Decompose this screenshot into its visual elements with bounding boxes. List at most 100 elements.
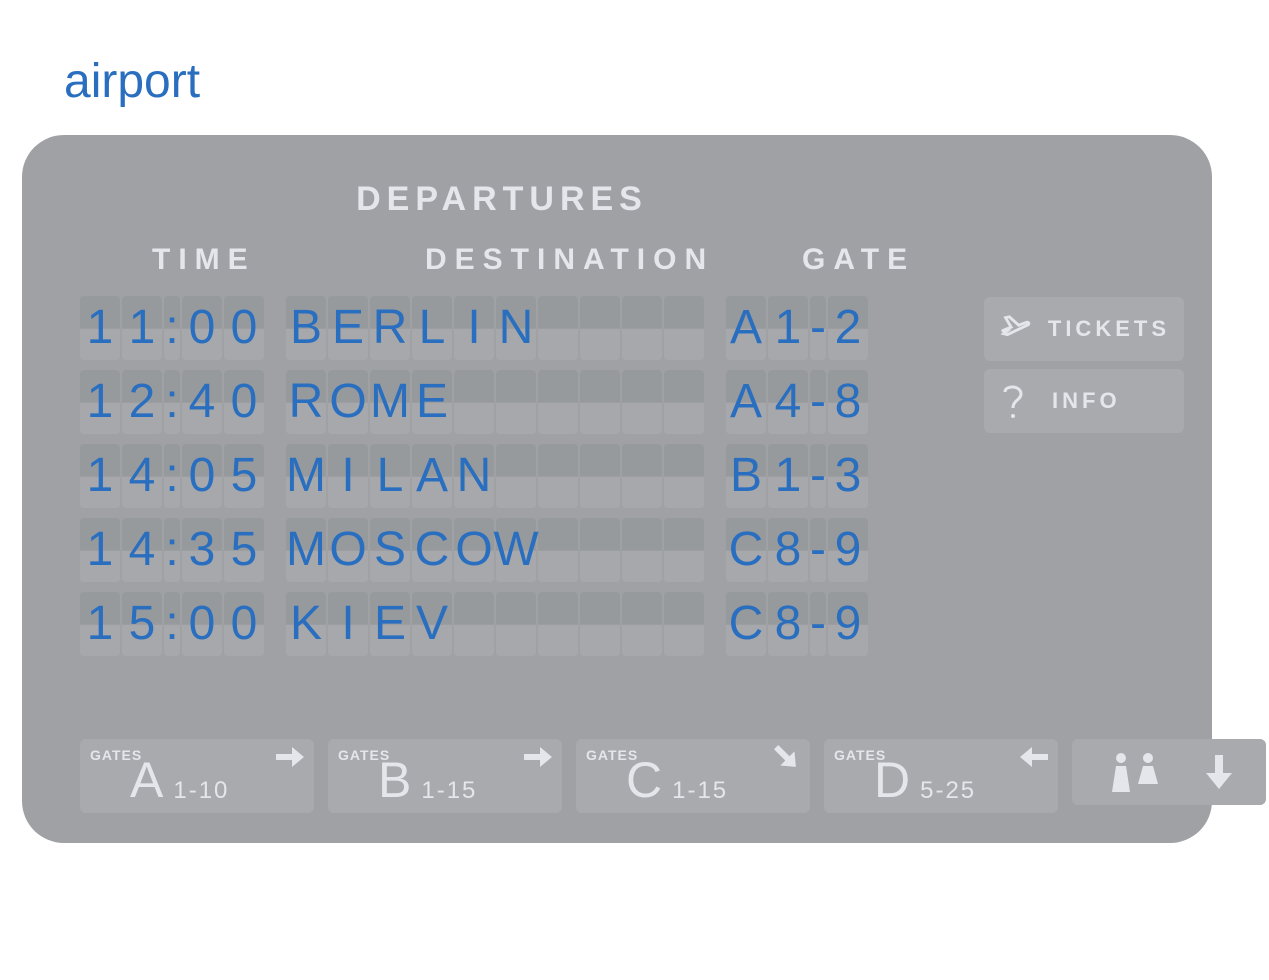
board-title: DEPARTURES [22,180,982,219]
flip-tile: : [164,444,180,508]
flip-tile: 4 [122,518,162,582]
restroom-sign[interactable] [1072,739,1266,805]
gates-prefix: GATES [834,747,886,763]
gates-prefix: GATES [90,747,142,763]
flip-tile: M [370,370,410,434]
flip-tile: S [370,518,410,582]
gate-range: 1-15 [421,777,477,805]
restroom-icon [1106,752,1166,792]
flip-tile: 4 [768,370,808,434]
departures-board: DEPARTURES TIME DESTINATION GATE 11:00BE… [22,135,1212,843]
flip-tile: 9 [828,518,868,582]
flip-tile [580,370,620,434]
flip-tile [538,444,578,508]
flip-tile: 1 [80,296,120,360]
arrow-icon [1020,747,1048,767]
flip-tile [496,592,536,656]
flip-tile [580,518,620,582]
flip-tile: O [328,370,368,434]
gates-prefix: GATES [586,747,638,763]
flip-tile: 1 [80,592,120,656]
arrow-down-icon [1206,755,1232,789]
flight-row: 11:00BERLINA1-2 [80,295,890,361]
tickets-label: TICKETS [1048,316,1170,342]
flight-rows: 11:00BERLINA1-212:40ROMEA4-814:05MILANB1… [80,295,890,665]
flip-tile: 5 [224,518,264,582]
header-time: TIME [152,243,256,277]
flip-tile: B [726,444,766,508]
flip-tile: C [726,518,766,582]
flip-tile: 0 [224,592,264,656]
flip-tile: E [370,592,410,656]
flip-tile: M [286,444,326,508]
gate-sign-d[interactable]: GATESD5-25 [824,739,1058,813]
flip-tile [580,296,620,360]
arrow-icon [276,747,304,767]
flight-row: 15:00KIEVC8-9 [80,591,890,657]
flip-tile [538,296,578,360]
flip-tile: A [412,444,452,508]
flip-tile: : [164,370,180,434]
flip-tile: - [810,518,826,582]
flip-tile [664,444,704,508]
flip-tile: O [328,518,368,582]
gate-sign-a[interactable]: GATESA1-10 [80,739,314,813]
flip-tile: 1 [80,518,120,582]
flight-row: 12:40ROMEA4-8 [80,369,890,435]
gate-sign-c[interactable]: GATESC1-15 [576,739,810,813]
flip-tile [622,518,662,582]
flip-tile [538,592,578,656]
flip-tile [496,444,536,508]
gate-range: 1-10 [173,777,229,805]
flip-tile: - [810,444,826,508]
side-buttons: TICKETS INFO [984,297,1184,433]
flip-tile: E [328,296,368,360]
flip-tile: C [726,592,766,656]
flip-tile: 4 [122,444,162,508]
flip-tile [454,370,494,434]
flip-tile [664,592,704,656]
flip-tile: - [810,370,826,434]
flip-tile: 8 [828,370,868,434]
info-button[interactable]: INFO [984,369,1184,433]
flip-tile: 1 [768,296,808,360]
flip-tile: 0 [182,444,222,508]
flip-tile: : [164,296,180,360]
flip-tile: 2 [828,296,868,360]
flip-tile: A [726,296,766,360]
flip-tile: 1 [122,296,162,360]
flip-tile: L [370,444,410,508]
flip-tile: 4 [182,370,222,434]
page-title: airport [64,54,200,109]
header-gate: GATE [802,243,915,277]
flip-tile: 1 [80,370,120,434]
arrow-icon [524,747,552,767]
tickets-button[interactable]: TICKETS [984,297,1184,361]
bottom-bar: GATESA1-10GATESB1-15GATESC1-15GATESD5-25 [80,739,1184,813]
gate-range: 1-15 [672,777,728,805]
flip-tile: 5 [224,444,264,508]
arrow-icon [769,740,803,774]
flip-tile [496,370,536,434]
header-destination: DESTINATION [425,243,714,277]
gates-prefix: GATES [338,747,390,763]
flip-tile [622,444,662,508]
flip-tile: L [412,296,452,360]
flip-tile [664,518,704,582]
flip-tile: K [286,592,326,656]
flip-tile: 3 [182,518,222,582]
flip-tile: E [412,370,452,434]
flip-tile: V [412,592,452,656]
info-label: INFO [1052,388,1121,414]
flip-tile: - [810,296,826,360]
gate-sign-b[interactable]: GATESB1-15 [328,739,562,813]
flip-tile: 8 [768,518,808,582]
flip-tile: 9 [828,592,868,656]
flip-tile: 1 [80,444,120,508]
flip-tile: W [496,518,536,582]
flip-tile [622,296,662,360]
flip-tile: N [496,296,536,360]
flip-tile: M [286,518,326,582]
flight-row: 14:05MILANB1-3 [80,443,890,509]
flip-tile: O [454,518,494,582]
